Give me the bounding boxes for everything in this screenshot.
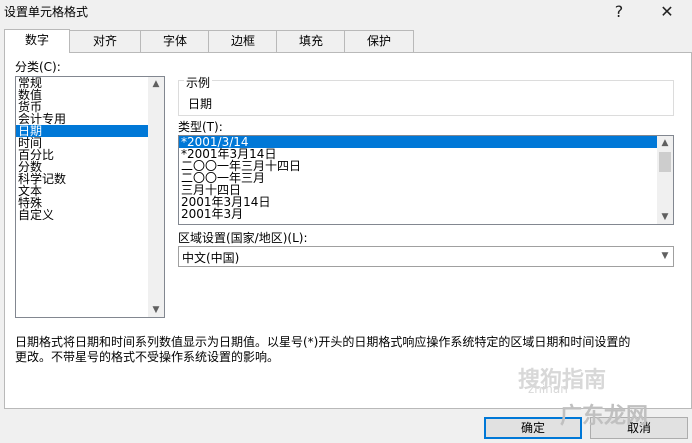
type-list[interactable]: *2001/3/14 *2001年3月14日 二〇〇一年三月十四日 二〇〇一年三月 三月… — [178, 135, 674, 225]
scroll-down-icon[interactable]: ▼ — [657, 210, 673, 224]
watermark-subtext: zhinan — [528, 382, 568, 396]
scroll-down-icon[interactable]: ▼ — [148, 303, 164, 317]
tab-number[interactable]: 数字 — [4, 29, 70, 53]
tab-border[interactable]: 边框 — [208, 30, 278, 52]
list-item[interactable]: 2001年3月14日 — [179, 196, 673, 208]
chevron-down-icon[interactable]: ▼ — [657, 247, 673, 266]
tab-alignment[interactable]: 对齐 — [68, 30, 142, 52]
help-button[interactable]: ? — [606, 0, 632, 24]
sample-label: 示例 — [184, 74, 213, 91]
sample-value: 日期 — [188, 97, 213, 111]
description-line-2: 更改。不带星号的格式不受操作系统设置的影响。 — [15, 350, 280, 364]
category-list[interactable]: 常规 数值 货币 会计专用 日期 时间 百分比 分数 科学记数 文本 特殊 自定义 ▲ ▼ — [15, 76, 165, 318]
type-items: *2001/3/14 *2001年3月14日 二〇〇一年三月十四日 二〇〇一年三月 三月… — [179, 136, 673, 220]
tab-fill[interactable]: 填充 — [276, 30, 346, 52]
category-items: 常规 数值 货币 会计专用 日期 时间 百分比 分数 科学记数 文本 特殊 自定义 — [16, 77, 164, 221]
close-button[interactable]: ✕ — [654, 0, 680, 24]
type-scrollbar[interactable]: ▲ ▼ — [657, 136, 673, 224]
scroll-thumb[interactable] — [659, 152, 671, 172]
locale-select[interactable]: 中文(中国) ▼ — [178, 246, 674, 267]
tab-font[interactable]: 字体 — [140, 30, 210, 52]
category-scrollbar[interactable]: ▲ ▼ — [148, 77, 164, 317]
sample-group — [178, 80, 674, 116]
locale-label: 区域设置(国家/地区)(L): — [178, 231, 308, 245]
category-label: 分类(C): — [15, 60, 61, 74]
format-description: 日期格式将日期和时间系列数值显示为日期值。以星号(*)开头的日期格式响应操作系统… — [15, 335, 685, 365]
list-item[interactable]: 自定义 — [16, 209, 164, 221]
tab-protection[interactable]: 保护 — [344, 30, 414, 52]
type-label: 类型(T): — [178, 120, 223, 134]
locale-value: 中文(中国) — [182, 251, 240, 265]
dialog-title: 设置单元格格式 — [4, 5, 89, 19]
list-item[interactable]: 二〇〇一年三月 — [179, 172, 673, 184]
description-line-1: 日期格式将日期和时间系列数值显示为日期值。以星号(*)开头的日期格式响应操作系统… — [15, 335, 631, 349]
list-item[interactable]: 2001年3月 — [179, 208, 673, 220]
watermark-logo: 广东龙网 — [560, 404, 649, 429]
scroll-up-icon[interactable]: ▲ — [657, 136, 673, 150]
scroll-up-icon[interactable]: ▲ — [148, 77, 164, 91]
